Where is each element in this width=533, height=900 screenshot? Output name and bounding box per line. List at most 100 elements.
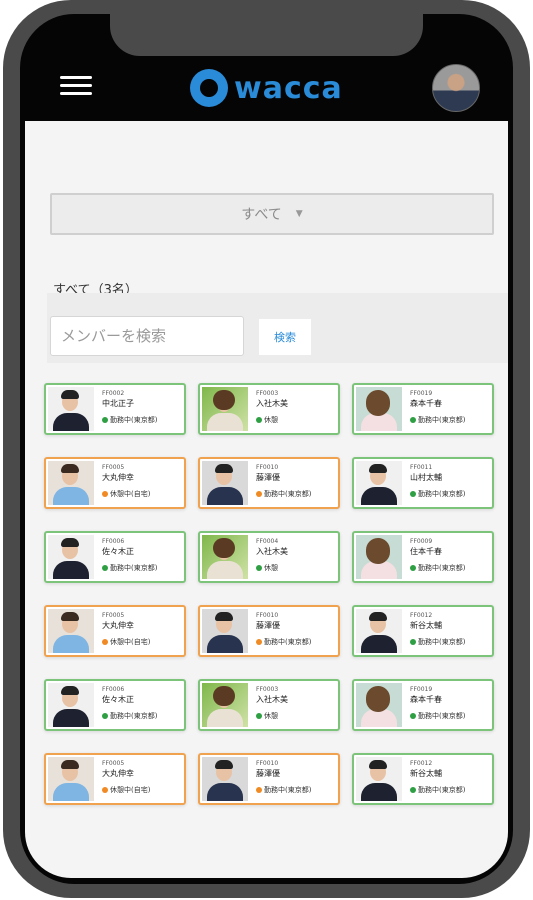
filter-dropdown[interactable]: すべて ▼ [50, 193, 494, 235]
member-code: FF0006 [102, 538, 125, 545]
member-card[interactable]: FF0019 森本千春 勤務中(東京都) [352, 679, 494, 731]
status-dot-icon [102, 565, 108, 571]
member-status: 勤務中(東京都) [256, 489, 338, 500]
member-status: 勤務中(東京都) [410, 415, 492, 426]
member-photo [356, 683, 402, 727]
search-button[interactable]: 検索 [259, 319, 311, 355]
member-name: 入社木美 [256, 547, 288, 556]
member-status: 勤務中(東京都) [102, 563, 184, 574]
member-card[interactable]: FF0005 大丸伸幸 休憩中(自宅) [44, 605, 186, 657]
member-code: FF0005 [102, 464, 125, 471]
member-info: FF0005 大丸伸幸 休憩中(自宅) [102, 760, 184, 796]
status-dot-icon [410, 417, 416, 423]
member-code: FF0003 [256, 686, 279, 693]
member-grid: FF0002 中北正子 勤務中(東京都) FF0003 入社木美 休憩 FF0019 森本千春… [44, 383, 504, 805]
member-card[interactable]: FF0006 佐々木正 勤務中(東京都) [44, 679, 186, 731]
member-status-text: 勤務中(東京都) [418, 638, 466, 646]
status-dot-icon [102, 639, 108, 645]
member-code: FF0010 [256, 612, 279, 619]
member-info: FF0012 新谷太輔 勤務中(東京都) [410, 612, 492, 648]
member-status-text: 休憩中(自宅) [110, 786, 151, 794]
member-card[interactable]: FF0005 大丸伸幸 休憩中(自宅) [44, 753, 186, 805]
member-info: FF0004 入社木美 休憩 [256, 538, 338, 574]
member-code: FF0009 [410, 538, 433, 545]
member-code: FF0011 [410, 464, 433, 471]
user-avatar[interactable] [432, 64, 480, 112]
logo-mark-icon [190, 69, 228, 107]
member-status: 勤務中(東京都) [410, 563, 492, 574]
member-name: 中北正子 [102, 399, 134, 408]
member-card[interactable]: FF0005 大丸伸幸休憩中(自宅) [44, 457, 186, 509]
member-photo [202, 757, 248, 801]
member-card[interactable]: FF0019 森本千春 勤務中(東京都) [352, 383, 494, 435]
status-dot-icon [102, 417, 108, 423]
member-card[interactable]: FF0004 入社木美 休憩 [198, 531, 340, 583]
status-dot-icon [256, 417, 262, 423]
member-code: FF0010 [256, 760, 279, 767]
member-code: FF0006 [102, 686, 125, 693]
member-card[interactable]: FF0012 新谷太輔 勤務中(東京都) [352, 605, 494, 657]
member-card[interactable]: FF0003 入社木美休憩 [198, 679, 340, 731]
status-dot-icon [256, 565, 262, 571]
member-search-input[interactable] [50, 316, 244, 356]
member-code: FF0019 [410, 390, 433, 397]
member-status-text: 休憩 [264, 712, 278, 720]
member-info: FF0009 住本千春 勤務中(東京都) [410, 538, 492, 574]
status-dot-icon [102, 491, 108, 497]
member-name: 入社木美 [256, 695, 288, 704]
status-dot-icon [256, 787, 262, 793]
member-code: FF0005 [102, 612, 125, 619]
status-dot-icon [410, 639, 416, 645]
member-name: 藤澤優 [256, 769, 280, 778]
member-status-text: 勤務中(東京都) [418, 416, 466, 424]
member-name: 山村太輔 [410, 473, 442, 482]
member-name: 大丸伸幸 [102, 473, 134, 482]
member-status-text: 勤務中(東京都) [110, 416, 158, 424]
member-code: FF0002 [102, 390, 125, 397]
member-status: 休憩 [256, 563, 338, 574]
member-card[interactable]: FF0003 入社木美 休憩 [198, 383, 340, 435]
member-status: 休憩 [256, 711, 338, 722]
member-card[interactable]: FF0002 中北正子勤務中(東京都) [44, 383, 186, 435]
member-card[interactable]: FF0006 佐々木正勤務中(東京都) [44, 531, 186, 583]
member-status-text: 休憩 [264, 416, 278, 424]
member-name: 森本千春 [410, 695, 442, 704]
member-code: FF0012 [410, 612, 433, 619]
status-dot-icon [256, 491, 262, 497]
member-info: FF0003 入社木美 休憩 [256, 390, 338, 426]
member-status: 休憩 [256, 415, 338, 426]
member-photo [48, 757, 94, 801]
member-card[interactable]: FF0010 藤澤優 勤務中(東京都) [198, 605, 340, 657]
member-status: 勤務中(東京都) [410, 489, 492, 500]
member-status-text: 勤務中(東京都) [110, 564, 158, 572]
member-card[interactable]: FF0012 新谷太輔 勤務中(東京都) [352, 753, 494, 805]
app-content: すべて ▼ すべて（3名） 検索 FF0002中北正子勤務中(東京都)FF000… [25, 121, 508, 878]
member-photo [202, 683, 248, 727]
member-status: 勤務中(東京都) [410, 637, 492, 648]
member-info: FF0005 大丸伸幸 休憩中(自宅) [102, 612, 184, 648]
member-info: FF0002 中北正子勤務中(東京都) [102, 390, 184, 426]
member-photo [356, 387, 402, 431]
status-dot-icon [410, 713, 416, 719]
member-status-text: 勤務中(東京都) [418, 564, 466, 572]
member-status: 勤務中(東京都) [256, 637, 338, 648]
member-info: FF0010 藤澤優 勤務中(東京都) [256, 612, 338, 648]
member-name: 新谷太輔 [410, 769, 442, 778]
member-card[interactable]: FF0009 住本千春 勤務中(東京都) [352, 531, 494, 583]
member-status-text: 勤務中(東京都) [264, 490, 312, 498]
menu-icon[interactable] [60, 76, 92, 96]
caret-down-icon: ▼ [295, 209, 303, 219]
member-photo [356, 535, 402, 579]
member-card[interactable]: FF0010 藤澤優 勤務中(東京都) [198, 457, 340, 509]
member-info: FF0006 佐々木正勤務中(東京都) [102, 538, 184, 574]
member-card[interactable]: FF0010 藤澤優 勤務中(東京都) [198, 753, 340, 805]
member-name: 佐々木正 [102, 547, 134, 556]
member-info: FF0012 新谷太輔 勤務中(東京都) [410, 760, 492, 796]
member-code: FF0010 [256, 464, 279, 471]
member-status: 休憩中(自宅) [102, 785, 184, 796]
phone-frame: wacca すべて ▼ すべて（3名） 検索 FF0002中北正子勤務中(東京都… [3, 0, 530, 898]
member-status-text: 休憩中(自宅) [110, 638, 151, 646]
member-status: 休憩中(自宅) [102, 489, 184, 500]
member-code: FF0003 [256, 390, 279, 397]
member-card[interactable]: FF0011 山村太輔勤務中(東京都) [352, 457, 494, 509]
